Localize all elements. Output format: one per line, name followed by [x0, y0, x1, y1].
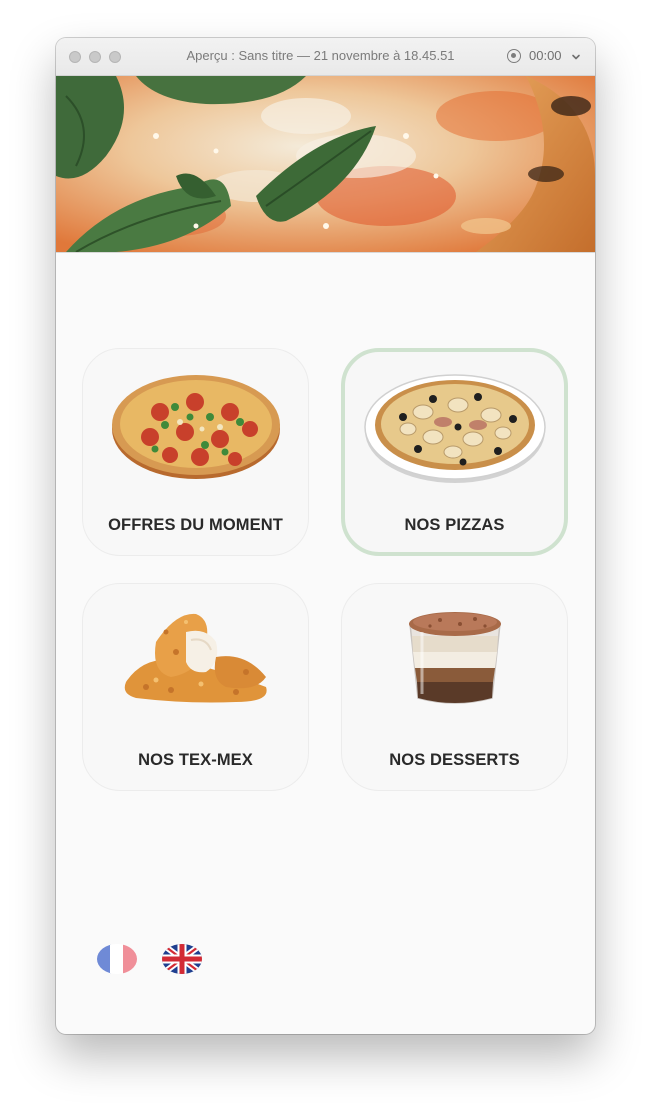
record-icon[interactable]: [507, 49, 521, 63]
category-nos-pizzas[interactable]: NOS PIZZAS: [341, 348, 568, 556]
chicken-tenders-image: [124, 613, 267, 703]
close-window-button[interactable]: [69, 51, 81, 63]
title-bar: Aperçu : Sans titre — 21 novembre à 18.4…: [56, 38, 595, 76]
pizza-banner-image: [56, 76, 595, 253]
pepperoni-pizza-image: [111, 375, 280, 479]
category-label: NOS DESSERTS: [389, 751, 520, 769]
category-label: NOS TEX-MEX: [138, 751, 253, 769]
category-label: OFFRES DU MOMENT: [108, 516, 283, 534]
chevron-down-icon[interactable]: [571, 52, 581, 62]
app-window: Aperçu : Sans titre — 21 novembre à 18.4…: [56, 38, 595, 1034]
category-label: NOS PIZZAS: [404, 516, 505, 534]
uk-flag-icon[interactable]: [162, 944, 202, 974]
zoom-window-button[interactable]: [109, 51, 121, 63]
category-offres-du-moment[interactable]: OFFRES DU MOMENT: [82, 348, 309, 556]
minimize-window-button[interactable]: [89, 51, 101, 63]
french-flag-icon[interactable]: [97, 944, 137, 974]
mushroom-pizza-image: [363, 374, 546, 483]
window-title: Aperçu : Sans titre — 21 novembre à 18.4…: [186, 48, 455, 63]
category-nos-tex-mex[interactable]: NOS TEX-MEX: [82, 583, 309, 791]
tiramisu-cup-image: [408, 612, 501, 704]
recording-timer: 00:00: [529, 48, 562, 63]
category-nos-desserts[interactable]: NOS DESSERTS: [341, 583, 568, 791]
